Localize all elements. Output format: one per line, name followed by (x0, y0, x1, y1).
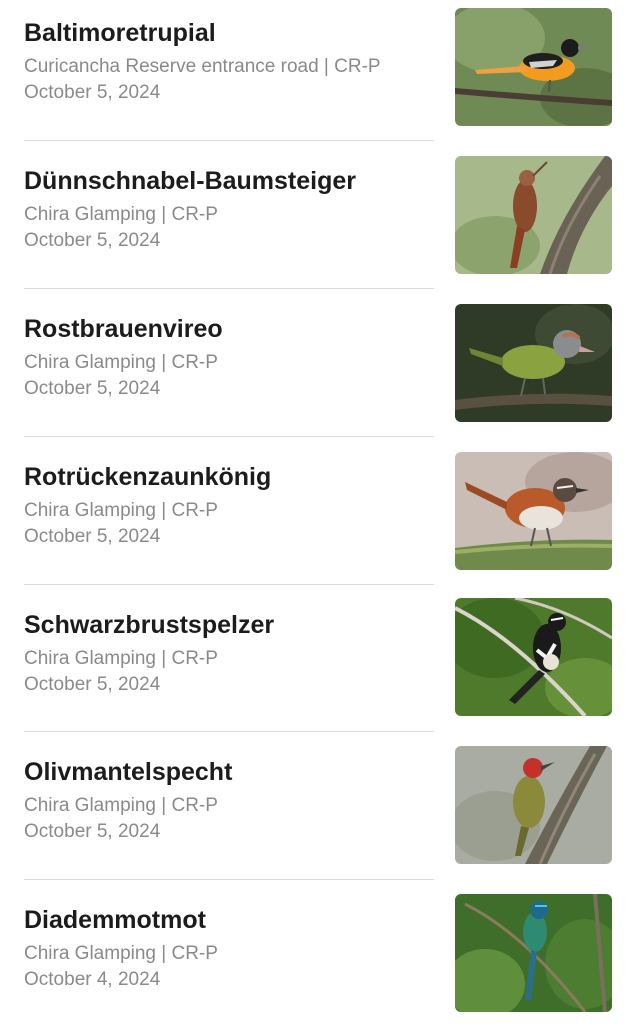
location-label: Chira Glamping | CR-P (24, 500, 218, 521)
list-item[interactable]: Diademmotmot Chira Glamping | CR-P Octob… (0, 887, 635, 1035)
list-item[interactable]: Olivmantelspecht Chira Glamping | CR-P O… (0, 739, 635, 887)
list-item[interactable]: Dünnschnabel-Baumsteiger Chira Glamping … (0, 148, 635, 296)
sightings-list: Baltimoretrupial Curicancha Reserve entr… (0, 0, 635, 1024)
motmot-photo[interactable] (455, 894, 612, 1012)
wren-photo[interactable] (455, 452, 612, 570)
date-label: October 5, 2024 (24, 82, 161, 103)
peppershrike-photo[interactable] (455, 304, 612, 422)
species-name: Dünnschnabel-Baumsteiger (24, 167, 357, 195)
location-label: Chira Glamping | CR-P (24, 795, 218, 816)
list-item[interactable]: Schwarzbrustspelzer Chira Glamping | CR-… (0, 592, 635, 740)
species-name: Schwarzbrustspelzer (24, 611, 275, 639)
list-item[interactable]: Baltimoretrupial Curicancha Reserve entr… (0, 0, 635, 148)
row-divider (24, 879, 434, 880)
list-item-text: Rostbrauenvireo Chira Glamping | CR-P Oc… (24, 314, 434, 402)
date-label: October 4, 2024 (24, 969, 161, 990)
baltimore-oriole-photo[interactable] (455, 8, 612, 126)
row-divider (24, 140, 434, 141)
list-item-text: Dünnschnabel-Baumsteiger Chira Glamping … (24, 166, 434, 254)
species-name: Rotrückenzaunkönig (24, 463, 272, 491)
location-label: Chira Glamping | CR-P (24, 352, 218, 373)
date-label: October 5, 2024 (24, 821, 161, 842)
row-divider (24, 584, 434, 585)
list-item-text: Baltimoretrupial Curicancha Reserve entr… (24, 18, 434, 106)
list-item-text: Schwarzbrustspelzer Chira Glamping | CR-… (24, 610, 434, 698)
location-label: Chira Glamping | CR-P (24, 943, 218, 964)
species-name: Baltimoretrupial (24, 19, 216, 47)
date-label: October 5, 2024 (24, 674, 161, 695)
species-name: Rostbrauenvireo (24, 315, 223, 343)
date-label: October 5, 2024 (24, 526, 161, 547)
list-item[interactable]: Rostbrauenvireo Chira Glamping | CR-P Oc… (0, 296, 635, 444)
row-divider (24, 288, 434, 289)
list-item-text: Rotrückenzaunkönig Chira Glamping | CR-P… (24, 462, 434, 550)
date-label: October 5, 2024 (24, 230, 161, 251)
date-label: October 5, 2024 (24, 378, 161, 399)
species-name: Diademmotmot (24, 906, 206, 934)
list-item-text: Olivmantelspecht Chira Glamping | CR-P O… (24, 757, 434, 845)
location-label: Curicancha Reserve entrance road | CR-P (24, 56, 381, 77)
woodpecker-photo[interactable] (455, 746, 612, 864)
list-item[interactable]: Rotrückenzaunkönig Chira Glamping | CR-P… (0, 444, 635, 592)
species-name: Olivmantelspecht (24, 758, 233, 786)
location-label: Chira Glamping | CR-P (24, 648, 218, 669)
woodcreeper-photo[interactable] (455, 156, 612, 274)
row-divider (24, 731, 434, 732)
location-label: Chira Glamping | CR-P (24, 204, 218, 225)
list-item-text: Diademmotmot Chira Glamping | CR-P Octob… (24, 905, 434, 993)
black-and-white-bird-photo[interactable] (455, 598, 612, 716)
row-divider (24, 436, 434, 437)
